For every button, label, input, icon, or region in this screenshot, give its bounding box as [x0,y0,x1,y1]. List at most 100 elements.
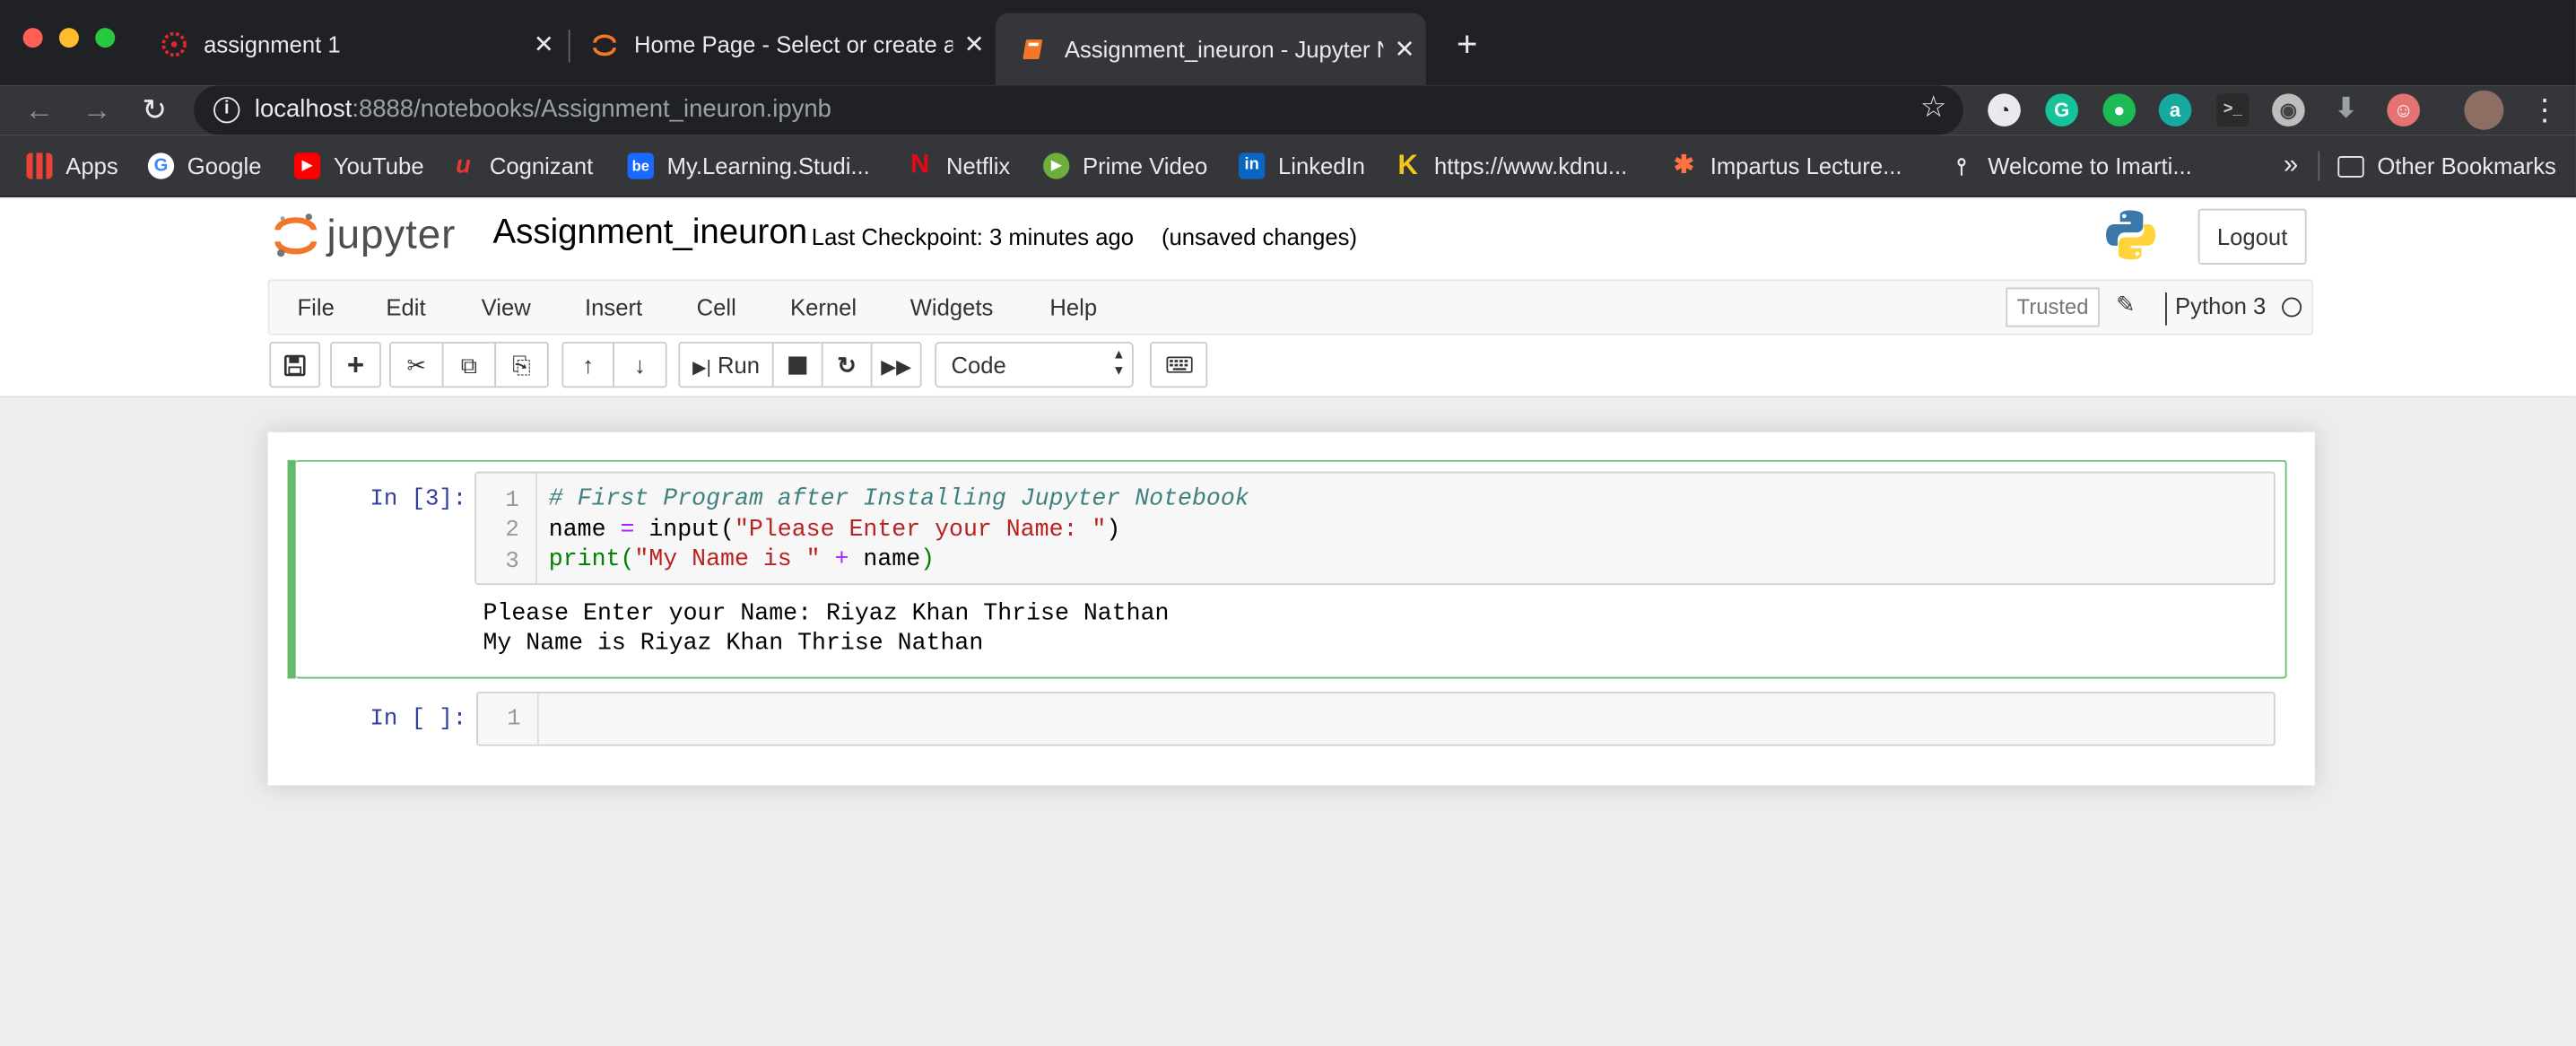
more-bookmarks-chevron-icon[interactable]: » [2284,152,2298,181]
code-cell-selected[interactable]: In [3]: 1 2 3 # First Program after Inst… [287,459,2287,679]
close-tab-icon[interactable]: ✕ [522,30,565,59]
code-line-2: name = input("Please Enter your Name: ") [548,517,1121,545]
menu-edit[interactable]: Edit [386,294,425,320]
bookmark-youtube[interactable]: ▶ YouTube [293,152,424,181]
paste-icon: ⎘ [512,351,531,379]
circle-extension-icon[interactable]: ◉ [2272,93,2305,127]
bookmark-label: Prime Video [1083,153,1208,179]
bookmark-impartus[interactable]: ✱ Impartus Lecture... [1671,152,1902,181]
logout-button[interactable]: Logout [2197,208,2307,265]
cognizant-icon: u [456,151,471,179]
checkpoint-status: Last Checkpoint: 3 minutes ago [811,223,1135,250]
bookmark-label: Welcome to Imarti... [1988,153,2192,179]
grammarly-extension-icon[interactable]: G [2045,93,2078,127]
move-down-button[interactable]: ↓ [613,341,667,388]
jupyter-logo[interactable]: jupyter [274,209,456,262]
trusted-badge[interactable]: Trusted [2006,287,2100,327]
copy-button[interactable]: ⧉ [441,341,497,388]
bookmark-star-icon[interactable]: ☆ [1920,91,1947,125]
notebook-title[interactable]: Assignment_ineuron [492,214,807,253]
site-info-icon[interactable]: i [213,97,240,124]
tab-assignment-1[interactable]: assignment 1 ✕ [135,13,565,76]
forward-arrow-icon[interactable]: → [79,92,115,128]
download-extension-icon[interactable]: ⬇ [2329,93,2363,126]
scissors-icon: ✂ [406,351,427,379]
output-line: My Name is Riyaz Khan Thrise Nathan [483,631,984,658]
code-cell-empty[interactable]: In [ ]: 1 [296,690,2287,753]
plus-icon: + [346,348,365,381]
code-editor[interactable]: 1 [476,692,2276,746]
bookmark-imarticus[interactable]: ⫯ Welcome to Imarti... [1948,152,2191,181]
run-button[interactable]: ▶| Run [678,341,774,388]
jupyter-favicon-icon [593,34,616,57]
maximize-window-button[interactable] [95,28,116,48]
paste-button[interactable]: ⎘ [494,341,549,388]
bookmark-prime-video[interactable]: ▶ Prime Video [1043,152,1207,181]
profile-avatar[interactable] [2464,90,2504,130]
menu-kernel[interactable]: Kernel [790,294,857,320]
menu-view[interactable]: View [482,294,531,320]
bookmark-apps[interactable]: Apps [26,152,118,181]
tab-home-page[interactable]: Home Page - Select or create a ✕ [565,13,996,76]
move-up-button[interactable]: ↑ [561,341,615,388]
bookmark-cognizant[interactable]: u Cognizant [450,152,593,181]
back-arrow-icon[interactable]: ← [22,92,57,128]
bookmark-kdnuggets[interactable]: K https://www.kdnu... [1395,152,1627,181]
jupyter-wordmark: jupyter [326,211,457,257]
browser-menu-icon[interactable]: ⋮ [2527,92,2563,128]
kernel-name[interactable]: Python 3 [2165,292,2266,326]
bookmark-label: Impartus Lecture... [1710,153,1902,179]
bookmark-my-learning-studio[interactable]: be My.Learning.Studi... [627,152,870,181]
close-tab-icon[interactable]: ✕ [1383,34,1426,64]
restart-kernel-button[interactable]: ↻ [821,341,873,388]
mask-extension-icon[interactable]: ☺ [2387,93,2420,127]
output-line: Please Enter your Name: Riyaz Khan Thris… [483,601,1170,628]
tab-assignment-ineuron[interactable]: Assignment_ineuron - Jupyter N ✕ [995,13,1426,86]
keyboard-icon [1165,356,1192,373]
new-tab-button[interactable]: + [1446,23,1489,66]
play-icon: ▶ [1043,153,1070,179]
menu-help[interactable]: Help [1049,294,1097,320]
bookmark-google[interactable]: G Google [147,152,262,181]
menu-cell[interactable]: Cell [697,294,736,320]
close-window-button[interactable] [22,28,43,48]
notebook-container: In [3]: 1 2 3 # First Program after Inst… [267,431,2315,786]
bookmark-netflix[interactable]: N Netflix [907,152,1010,181]
menu-widgets[interactable]: Widgets [910,294,994,320]
minimize-window-button[interactable] [58,28,79,48]
command-palette-button[interactable] [1150,341,1208,388]
code-line-1: # First Program after Installing Jupyter… [548,486,1249,513]
bookmark-label: Google [187,153,262,179]
extension-speed-icon[interactable]: ◔ [1988,93,2021,127]
interrupt-kernel-button[interactable] [771,341,823,388]
save-button[interactable] [269,341,321,388]
python-logo-icon [2106,210,2156,260]
selected-cell-indicator [287,459,296,679]
jupyter-header: jupyter Assignment_ineuron Last Checkpoi… [0,198,2576,398]
step-forward-icon: ▶| [692,358,711,379]
url-text[interactable]: localhost:8888/notebooks/Assignment_ineu… [255,95,831,123]
behance-icon: be [627,153,654,179]
restart-run-all-button[interactable]: ▶▶ [870,341,922,388]
reload-icon[interactable]: ↻ [136,92,172,128]
other-bookmarks[interactable]: Other Bookmarks [2337,152,2556,181]
terminal-extension-icon[interactable]: >_ [2215,93,2250,127]
pin-icon: ⫯ [1956,153,1967,179]
folder-icon [2337,155,2364,177]
bookmark-label: LinkedIn [1277,153,1365,179]
stop-icon [788,356,807,375]
menu-insert[interactable]: Insert [585,294,642,320]
code-line-3: print("My Name is " + name) [548,546,936,574]
close-tab-icon[interactable]: ✕ [953,30,996,59]
cell-type-select[interactable]: Code ▲ ▼ [935,341,1134,388]
bookmark-divider [2318,151,2320,181]
code-editor[interactable]: 1 2 3 # First Program after Installing J… [474,471,2276,586]
cut-button[interactable]: ✂ [389,341,444,388]
address-bar[interactable]: i localhost:8888/notebooks/Assignment_in… [194,85,1963,135]
chat-extension-icon[interactable]: ● [2102,93,2137,127]
bookmark-linkedin[interactable]: in LinkedIn [1239,152,1365,181]
menu-file[interactable]: File [298,294,335,320]
amazon-assistant-icon[interactable]: a [2158,93,2192,127]
line-number: 2 [505,517,519,545]
insert-cell-below-button[interactable]: + [330,341,381,388]
